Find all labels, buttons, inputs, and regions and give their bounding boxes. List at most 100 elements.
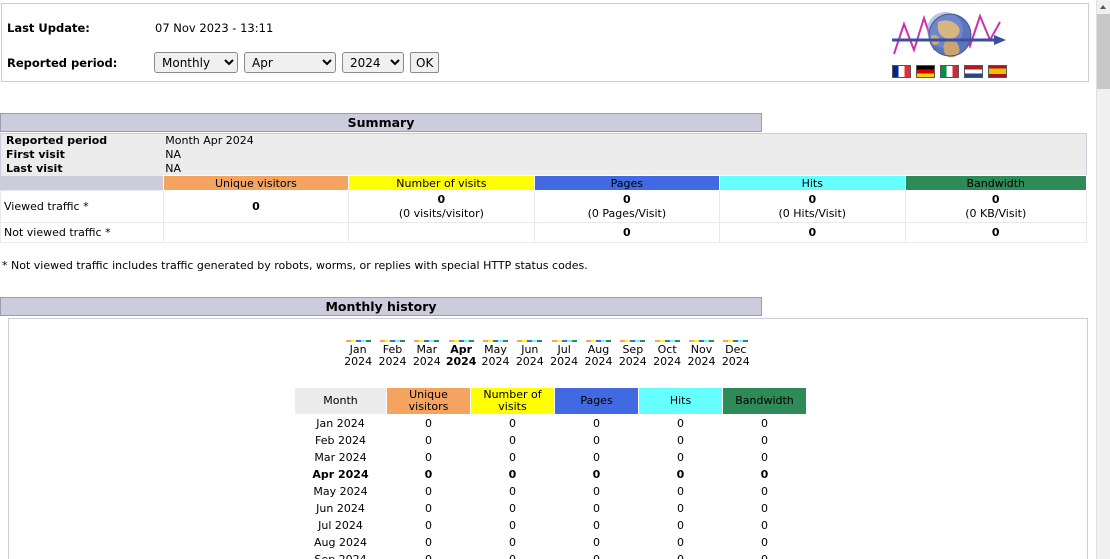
chart-month-label: Mar 2024 [410, 344, 444, 368]
table-row: Mar 2024 0 0 0 0 0 [295, 449, 807, 466]
chart-month-label: May 2024 [478, 344, 512, 368]
scroll-up-icon[interactable] [1097, 0, 1110, 13]
table-row: May 2024 0 0 0 0 0 [295, 483, 807, 500]
year-select[interactable]: 2024 [342, 52, 404, 73]
summary-viewed-traffic-row: Viewed traffic * 0 0 (0 visits/visitor) … [0, 190, 1088, 223]
monthly-history-section-title: Monthly history [0, 297, 762, 316]
summary-first-visit-label: First visit [0, 147, 164, 162]
awstats-logo-block [882, 8, 1087, 80]
viewed-hits-value: 0 [808, 192, 817, 206]
chart-bar-group [684, 333, 718, 342]
row-month: Jul 2024 [318, 518, 363, 532]
monthly-history-body: Jan 2024 0 0 0 0 0 Feb 2024 0 0 0 0 0 Mar 2024 0 0 0 0 0 A… [295, 415, 807, 559]
row-hits: 0 [677, 535, 684, 549]
chart-month-column: May 2024 [478, 333, 512, 368]
row-number-of-visits: 0 [509, 416, 516, 430]
last-update-label: Last Update: [7, 21, 90, 35]
viewed-bandwidth-cell: 0 (0 KB/Visit) [904, 190, 1088, 223]
chart-month-year: 2024 [515, 355, 544, 368]
row-pages: 0 [593, 501, 600, 515]
summary-footnote: * Not viewed traffic includes traffic ge… [2, 259, 588, 272]
chart-month-label: Feb 2024 [375, 344, 409, 368]
flag-netherlands-icon[interactable] [964, 65, 983, 78]
summary-last-visit-label: Last visit [0, 161, 164, 176]
chart-bar [571, 340, 577, 342]
row-pages: 0 [593, 416, 600, 430]
ok-button[interactable]: OK [410, 52, 440, 73]
table-row: Sep 2024 0 0 0 0 0 [295, 551, 807, 559]
viewed-unique-visitors-cell: 0 [162, 190, 350, 223]
viewed-pages-sub: (0 Pages/Visit) [587, 206, 667, 220]
viewed-traffic-label: Viewed traffic * [0, 190, 164, 223]
row-unique-visitors: 0 [425, 416, 432, 430]
chart-month-label: Nov 2024 [684, 344, 718, 368]
summary-corner-cell [0, 175, 164, 191]
row-hits: 0 [677, 433, 684, 447]
row-number-of-visits: 0 [509, 450, 516, 464]
scrollbar-thumb[interactable] [1097, 14, 1110, 89]
flag-germany-icon[interactable] [916, 65, 935, 78]
flag-france-icon[interactable] [892, 65, 911, 78]
monthly-history-header-row: Month Unique visitors Number of visits P… [294, 387, 807, 415]
row-bandwidth: 0 [760, 467, 769, 481]
table-row: Jan 2024 0 0 0 0 0 [295, 415, 807, 432]
row-pages: 0 [593, 484, 600, 498]
chart-month-column: Mar 2024 [410, 333, 444, 368]
row-bandwidth: 0 [761, 450, 768, 464]
row-unique-visitors: 0 [424, 467, 433, 481]
row-hits: 0 [677, 450, 684, 464]
summary-col-unique-visitors: Unique visitors [162, 175, 350, 191]
row-pages: 0 [593, 450, 600, 464]
chart-month-label: Aug 2024 [581, 344, 615, 368]
row-month: Jan 2024 [316, 416, 365, 430]
summary-first-visit-value: NA [163, 147, 1087, 162]
row-month: Sep 2024 [314, 552, 367, 559]
chart-bar [434, 340, 440, 342]
chart-month-column: Jul 2024 [547, 333, 581, 368]
summary-last-visit-value: NA [163, 161, 1087, 176]
row-month: Mar 2024 [314, 450, 367, 464]
row-pages: 0 [593, 433, 600, 447]
row-pages: 0 [593, 518, 600, 532]
chart-bar [365, 340, 371, 342]
monthly-history-table: Month Unique visitors Number of visits P… [294, 387, 807, 559]
chart-month-column: Aug 2024 [581, 333, 615, 368]
notviewed-hits-cell: 0 [719, 222, 906, 243]
chart-bar [502, 340, 508, 342]
row-bandwidth: 0 [761, 416, 768, 430]
month-select[interactable]: Apr [244, 52, 336, 73]
period-type-select[interactable]: Monthly [154, 52, 238, 73]
summary-reported-period-label: Reported period [0, 133, 164, 148]
chart-bar-group [444, 333, 478, 342]
row-hits: 0 [677, 501, 684, 515]
flag-italy-icon[interactable] [940, 65, 959, 78]
chart-bar-group [478, 333, 512, 342]
scrollbar-track[interactable] [1097, 89, 1110, 559]
chart-bar-group [513, 333, 547, 342]
row-hits: 0 [677, 416, 684, 430]
vertical-scrollbar[interactable] [1096, 0, 1110, 559]
row-number-of-visits: 0 [509, 552, 516, 559]
chart-month-column: Sep 2024 [616, 333, 650, 368]
row-hits: 0 [677, 552, 684, 559]
chart-bar-group [581, 333, 615, 342]
row-number-of-visits: 0 [509, 484, 516, 498]
table-row: Apr 2024 0 0 0 0 0 [295, 466, 807, 483]
chart-bar [640, 340, 646, 342]
row-number-of-visits: 0 [509, 518, 516, 532]
awstats-globe-icon [890, 10, 1010, 60]
summary-column-header-row: Unique visitors Number of visits Pages H… [0, 175, 1088, 191]
summary-section-title: Summary [0, 113, 762, 132]
flag-spain-icon[interactable] [988, 65, 1007, 78]
row-pages: 0 [592, 467, 601, 481]
row-number-of-visits: 0 [509, 433, 516, 447]
mh-col-month: Month [294, 387, 387, 415]
chart-month-column: Jun 2024 [513, 333, 547, 368]
row-unique-visitors: 0 [425, 518, 432, 532]
row-bandwidth: 0 [761, 433, 768, 447]
notviewed-visits-cell [348, 222, 535, 243]
chart-month-column: Apr 2024 [444, 333, 478, 368]
viewed-hits-sub: (0 Hits/Visit) [778, 206, 847, 220]
mh-col-hits: Hits [638, 387, 723, 415]
summary-info-row: Reported period Month Apr 2024 [0, 133, 1087, 148]
